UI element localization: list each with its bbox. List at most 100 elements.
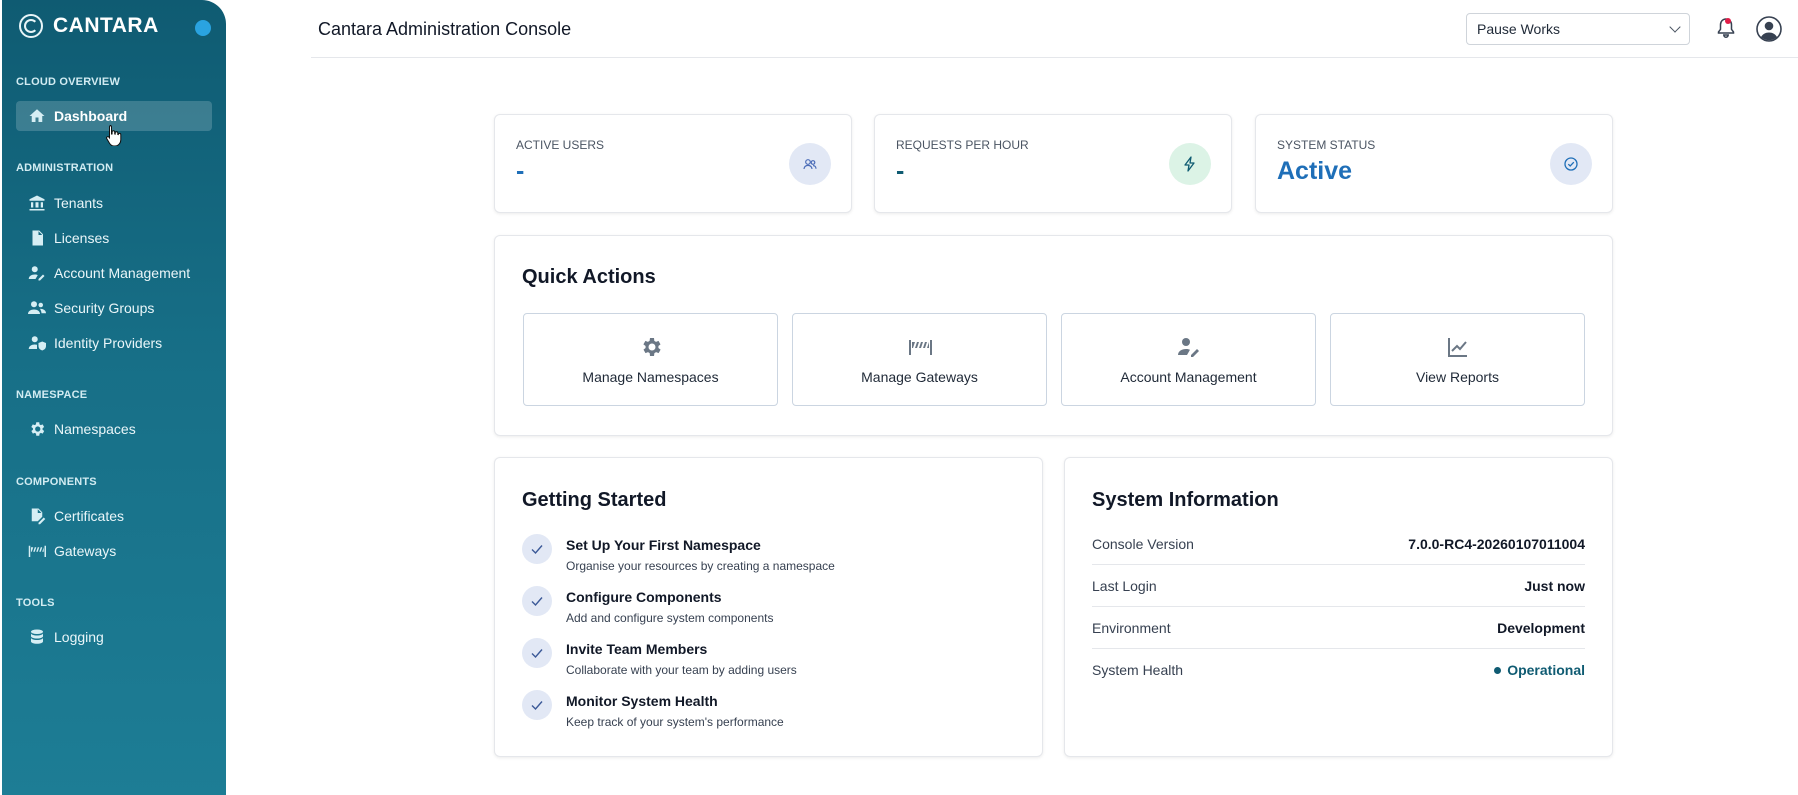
sidebar-item-label: Account Management [54,265,191,281]
top-header: Cantara Administration Console Pause Wor… [311,0,1798,58]
user-shield-icon [28,336,46,351]
account-management-button[interactable]: Account Management [1061,313,1316,406]
sidebar-item-gateways[interactable]: Gateways [16,536,212,566]
info-row-system-health: System Health Operational [1092,649,1585,691]
quick-actions-card: Quick Actions Manage Namespaces Manage G… [494,235,1613,436]
manage-gateways-button[interactable]: Manage Gateways [792,313,1047,406]
quick-action-label: Manage Gateways [861,368,978,385]
stat-card-requests-per-hour: REQUESTS PER HOUR - [874,114,1232,213]
list-item-description: Organise your resources by creating a na… [566,559,835,573]
sidebar-item-namespaces[interactable]: Namespaces [16,414,212,444]
nav-section-cloud-overview: CLOUD OVERVIEW [16,76,121,88]
nav-section-tools: TOOLS [16,597,55,609]
sidebar-item-account-management[interactable]: Account Management [16,258,212,288]
info-row-environment: Environment Development [1092,607,1585,649]
nav-section-namespace: NAMESPACE [16,389,88,401]
gear-icon [31,422,45,436]
list-item-description: Collaborate with your team by adding use… [566,663,797,677]
info-key: Console Version [1092,535,1194,552]
page-title: Cantara Administration Console [318,19,572,39]
nav-section-components: COMPONENTS [16,476,97,488]
nav-section-administration: ADMINISTRATION [16,162,114,174]
stat-card-active-users: ACTIVE USERS - [494,114,852,213]
sidebar-item-label: Tenants [54,195,104,211]
sidebar-item-certificates[interactable]: Certificates [16,501,212,531]
sidebar-item-label: Security Groups [54,300,155,316]
sidebar-item-logging[interactable]: Logging [16,622,212,652]
check-icon [522,534,552,564]
users-icon [789,143,831,185]
gear-icon [642,337,661,356]
list-item-title: Configure Components [566,589,722,605]
home-icon [29,109,45,122]
stat-label: ACTIVE USERS [516,138,605,152]
list-item-description: Keep track of your system's performance [566,715,784,729]
list-item[interactable]: Set Up Your First Namespace Organise you… [522,534,835,573]
sidebar-item-label: Namespaces [54,421,136,437]
quick-action-label: Manage Namespaces [582,368,719,385]
sidebar-item-label: Certificates [54,508,125,524]
stat-card-system-status: SYSTEM STATUS Active [1255,114,1613,213]
stat-value: - [516,157,525,185]
status-dot-icon[interactable] [195,20,211,36]
barrier-icon [908,339,932,355]
list-item-title: Monitor System Health [566,693,718,709]
sidebar: CANTARA CLOUD OVERVIEW Dashboard ADMINIS… [2,0,226,795]
brand-name: CANTARA [53,14,159,37]
list-item-description: Add and configure system components [566,611,774,625]
check-icon [522,690,552,720]
certificate-icon [31,508,46,525]
list-item[interactable]: Monitor System Health Keep track of your… [522,690,784,729]
stat-value: - [896,157,905,185]
sidebar-item-identity-providers[interactable]: Identity Providers [16,328,212,358]
info-key: Last Login [1092,577,1157,594]
view-reports-button[interactable]: View Reports [1330,313,1585,406]
info-key: Environment [1092,619,1171,636]
quick-action-label: View Reports [1415,368,1499,385]
info-row-console-version: Console Version 7.0.0-RC4-20260107011004 [1092,523,1585,565]
sidebar-item-label: Licenses [54,230,110,246]
check-icon [522,638,552,668]
building-icon [29,195,45,211]
sidebar-item-security-groups[interactable]: Security Groups [16,293,212,323]
info-key: System Health [1092,662,1184,678]
stat-label: REQUESTS PER HOUR [896,138,1029,152]
info-row-last-login: Last Login Just now [1092,565,1585,607]
notification-badge [1725,18,1731,24]
system-information-title: System Information [1092,489,1279,511]
list-item-title: Set Up Your First Namespace [566,537,761,553]
status-badge: Operational [1494,662,1585,678]
tenant-select[interactable]: Pause Works [1466,13,1690,45]
system-information-card: System Information Console Version 7.0.0… [1064,457,1613,757]
info-value: Development [1497,619,1585,636]
list-item[interactable]: Invite Team Members Collaborate with you… [522,638,797,677]
user-avatar-icon[interactable] [1756,16,1782,42]
sidebar-item-label: Dashboard [54,108,128,124]
hand-cursor-icon [106,125,122,146]
sidebar-item-label: Logging [54,629,104,645]
list-item[interactable]: Configure Components Add and configure s… [522,586,773,625]
barrier-icon [28,545,46,557]
stat-value: Active [1277,157,1353,185]
sidebar-item-label: Identity Providers [54,335,163,351]
getting-started-card: Getting Started Set Up Your First Namesp… [494,457,1043,757]
getting-started-title: Getting Started [522,489,667,511]
manage-namespaces-button[interactable]: Manage Namespaces [523,313,778,406]
sidebar-item-label: Gateways [54,543,117,559]
sidebar-item-tenants[interactable]: Tenants [16,188,212,218]
check-circle-icon [1550,143,1592,185]
quick-actions-title: Quick Actions [522,266,656,288]
list-item-title: Invite Team Members [566,641,708,657]
sidebar-item-licenses[interactable]: Licenses [16,223,212,253]
user-edit-icon [1177,337,1199,357]
quick-action-label: Account Management [1120,368,1257,385]
user-edit-icon [28,266,45,281]
info-value: Just now [1524,577,1585,594]
line-chart-icon [1447,337,1467,357]
cantara-logo-icon [19,14,43,38]
license-icon [32,230,43,246]
users-icon [28,301,46,314]
brand[interactable]: CANTARA [19,14,159,38]
info-value: 7.0.0-RC4-20260107011004 [1408,535,1585,552]
bolt-icon [1169,143,1211,185]
